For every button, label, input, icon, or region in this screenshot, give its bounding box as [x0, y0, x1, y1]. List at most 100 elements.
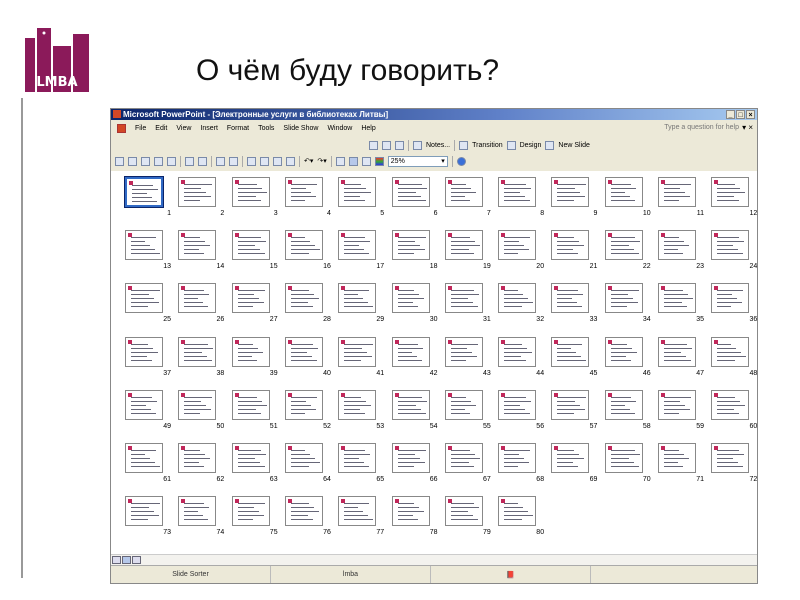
slide-thumbnail-19[interactable]	[444, 230, 483, 261]
slide-thumbnail-10[interactable]	[604, 177, 643, 207]
redo-icon[interactable]: ↷▾	[317, 157, 326, 165]
slide-thumbnail-23[interactable]	[658, 230, 696, 261]
slide-thumbnail-67[interactable]	[444, 443, 483, 473]
slide-thumbnail-58[interactable]	[604, 389, 643, 420]
slide-thumbnail-11[interactable]	[658, 177, 696, 207]
slide-thumbnail-4[interactable]	[284, 177, 323, 207]
slide-thumbnail-50[interactable]	[178, 389, 217, 420]
slide-thumbnail-52[interactable]	[284, 389, 323, 420]
slide-thumbnail-40[interactable]	[284, 336, 323, 367]
slide-thumbnail-57[interactable]	[551, 389, 590, 420]
maximize-button[interactable]: □	[736, 110, 745, 119]
slide-thumbnail-16[interactable]	[284, 230, 323, 261]
slide-thumbnail-5[interactable]	[338, 177, 377, 207]
slide-thumbnail-21[interactable]	[551, 230, 590, 261]
slide-thumbnail-68[interactable]	[498, 443, 537, 473]
slide-thumbnail-79[interactable]	[444, 496, 483, 527]
color-grayscale-icon[interactable]	[374, 156, 384, 166]
slide-thumbnail-13[interactable]	[125, 230, 163, 261]
email-icon[interactable]	[167, 156, 176, 166]
notes-button[interactable]: Notes...	[426, 142, 450, 149]
menu-file[interactable]: File	[135, 125, 146, 132]
menu-tools[interactable]: Tools	[258, 125, 274, 132]
slide-thumbnail-6[interactable]	[391, 177, 430, 207]
slide-show-icon[interactable]	[132, 556, 141, 564]
slide-thumbnail-77[interactable]	[338, 496, 377, 527]
summary-slide-icon[interactable]	[395, 140, 404, 150]
new-icon[interactable]	[115, 156, 124, 166]
slide-thumbnail-71[interactable]	[658, 443, 696, 473]
slide-thumbnail-12[interactable]	[711, 177, 750, 207]
open-icon[interactable]	[128, 156, 137, 166]
close-button[interactable]: ×	[746, 110, 755, 119]
menu-edit[interactable]: Edit	[155, 125, 167, 132]
slide-thumbnail-62[interactable]	[178, 443, 217, 473]
slide-thumbnail-30[interactable]	[391, 283, 430, 314]
new-slide-button[interactable]: New Slide	[558, 142, 590, 149]
save-icon[interactable]	[141, 156, 150, 166]
slide-thumbnail-28[interactable]	[284, 283, 323, 314]
slide-thumbnail-53[interactable]	[338, 389, 377, 420]
slide-thumbnail-69[interactable]	[551, 443, 590, 473]
slide-thumbnail-2[interactable]	[178, 177, 217, 207]
menu-format[interactable]: Format	[227, 125, 249, 132]
hide-slide-icon[interactable]	[369, 140, 378, 150]
minimize-button[interactable]: _	[726, 110, 735, 119]
slide-thumbnail-37[interactable]	[125, 336, 163, 367]
slide-thumbnail-7[interactable]	[444, 177, 483, 207]
slide-thumbnail-44[interactable]	[498, 336, 537, 367]
slide-thumbnail-20[interactable]	[498, 230, 537, 261]
design-icon[interactable]	[506, 140, 516, 150]
slide-thumbnail-31[interactable]	[444, 283, 483, 314]
slide-thumbnail-75[interactable]	[231, 496, 270, 527]
help-icon[interactable]	[456, 156, 466, 166]
slide-thumbnail-60[interactable]	[711, 389, 750, 420]
cut-icon[interactable]	[247, 156, 256, 166]
slide-thumbnail-61[interactable]	[125, 443, 163, 473]
rehearse-timings-icon[interactable]	[382, 140, 391, 150]
slide-thumbnail-32[interactable]	[498, 283, 537, 314]
slide-thumbnail-29[interactable]	[338, 283, 377, 314]
document-icon[interactable]	[117, 124, 126, 133]
slide-thumbnail-72[interactable]	[711, 443, 750, 473]
slide-thumbnail-34[interactable]	[604, 283, 643, 314]
print-preview-icon[interactable]	[198, 156, 207, 166]
slide-thumbnail-18[interactable]	[391, 230, 430, 261]
slide-thumbnail-35[interactable]	[658, 283, 696, 314]
slide-thumbnail-48[interactable]	[711, 336, 750, 367]
menu-window[interactable]: Window	[327, 125, 352, 132]
slide-thumbnail-74[interactable]	[178, 496, 217, 527]
slide-thumbnail-76[interactable]	[284, 496, 323, 527]
slide-thumbnail-27[interactable]	[231, 283, 270, 314]
permission-icon[interactable]	[154, 156, 163, 166]
slide-thumbnail-24[interactable]	[711, 230, 750, 261]
slide-thumbnail-63[interactable]	[231, 443, 270, 473]
slide-thumbnail-45[interactable]	[551, 336, 590, 367]
slide-thumbnail-22[interactable]	[604, 230, 643, 261]
slide-thumbnail-51[interactable]	[231, 389, 270, 420]
slide-thumbnail-46[interactable]	[604, 336, 643, 367]
undo-icon[interactable]: ↶▾	[304, 157, 313, 165]
slide-thumbnail-3[interactable]	[231, 177, 270, 207]
normal-view-icon[interactable]	[112, 556, 121, 564]
new-slide-icon[interactable]	[545, 140, 555, 150]
slide-thumbnail-54[interactable]	[391, 389, 430, 420]
menu-slide-show[interactable]: Slide Show	[283, 125, 318, 132]
menu-view[interactable]: View	[176, 125, 191, 132]
slide-thumbnail-38[interactable]	[178, 336, 217, 367]
slide-thumbnail-39[interactable]	[231, 336, 270, 367]
slide-thumbnail-9[interactable]	[551, 177, 590, 207]
slide-thumbnail-70[interactable]	[604, 443, 643, 473]
spelling-icon[interactable]	[216, 156, 225, 166]
slide-thumbnail-42[interactable]	[391, 336, 430, 367]
slide-thumbnail-65[interactable]	[338, 443, 377, 473]
slide-thumbnail-64[interactable]	[284, 443, 323, 473]
format-painter-icon[interactable]	[286, 156, 295, 166]
slide-thumbnail-43[interactable]	[444, 336, 483, 367]
close-document-button[interactable]: ▾ ×	[742, 123, 753, 132]
paste-icon[interactable]	[273, 156, 282, 166]
design-button[interactable]: Design	[520, 142, 542, 149]
copy-icon[interactable]	[260, 156, 269, 166]
slide-thumbnail-59[interactable]	[658, 389, 696, 420]
print-icon[interactable]	[185, 156, 194, 166]
